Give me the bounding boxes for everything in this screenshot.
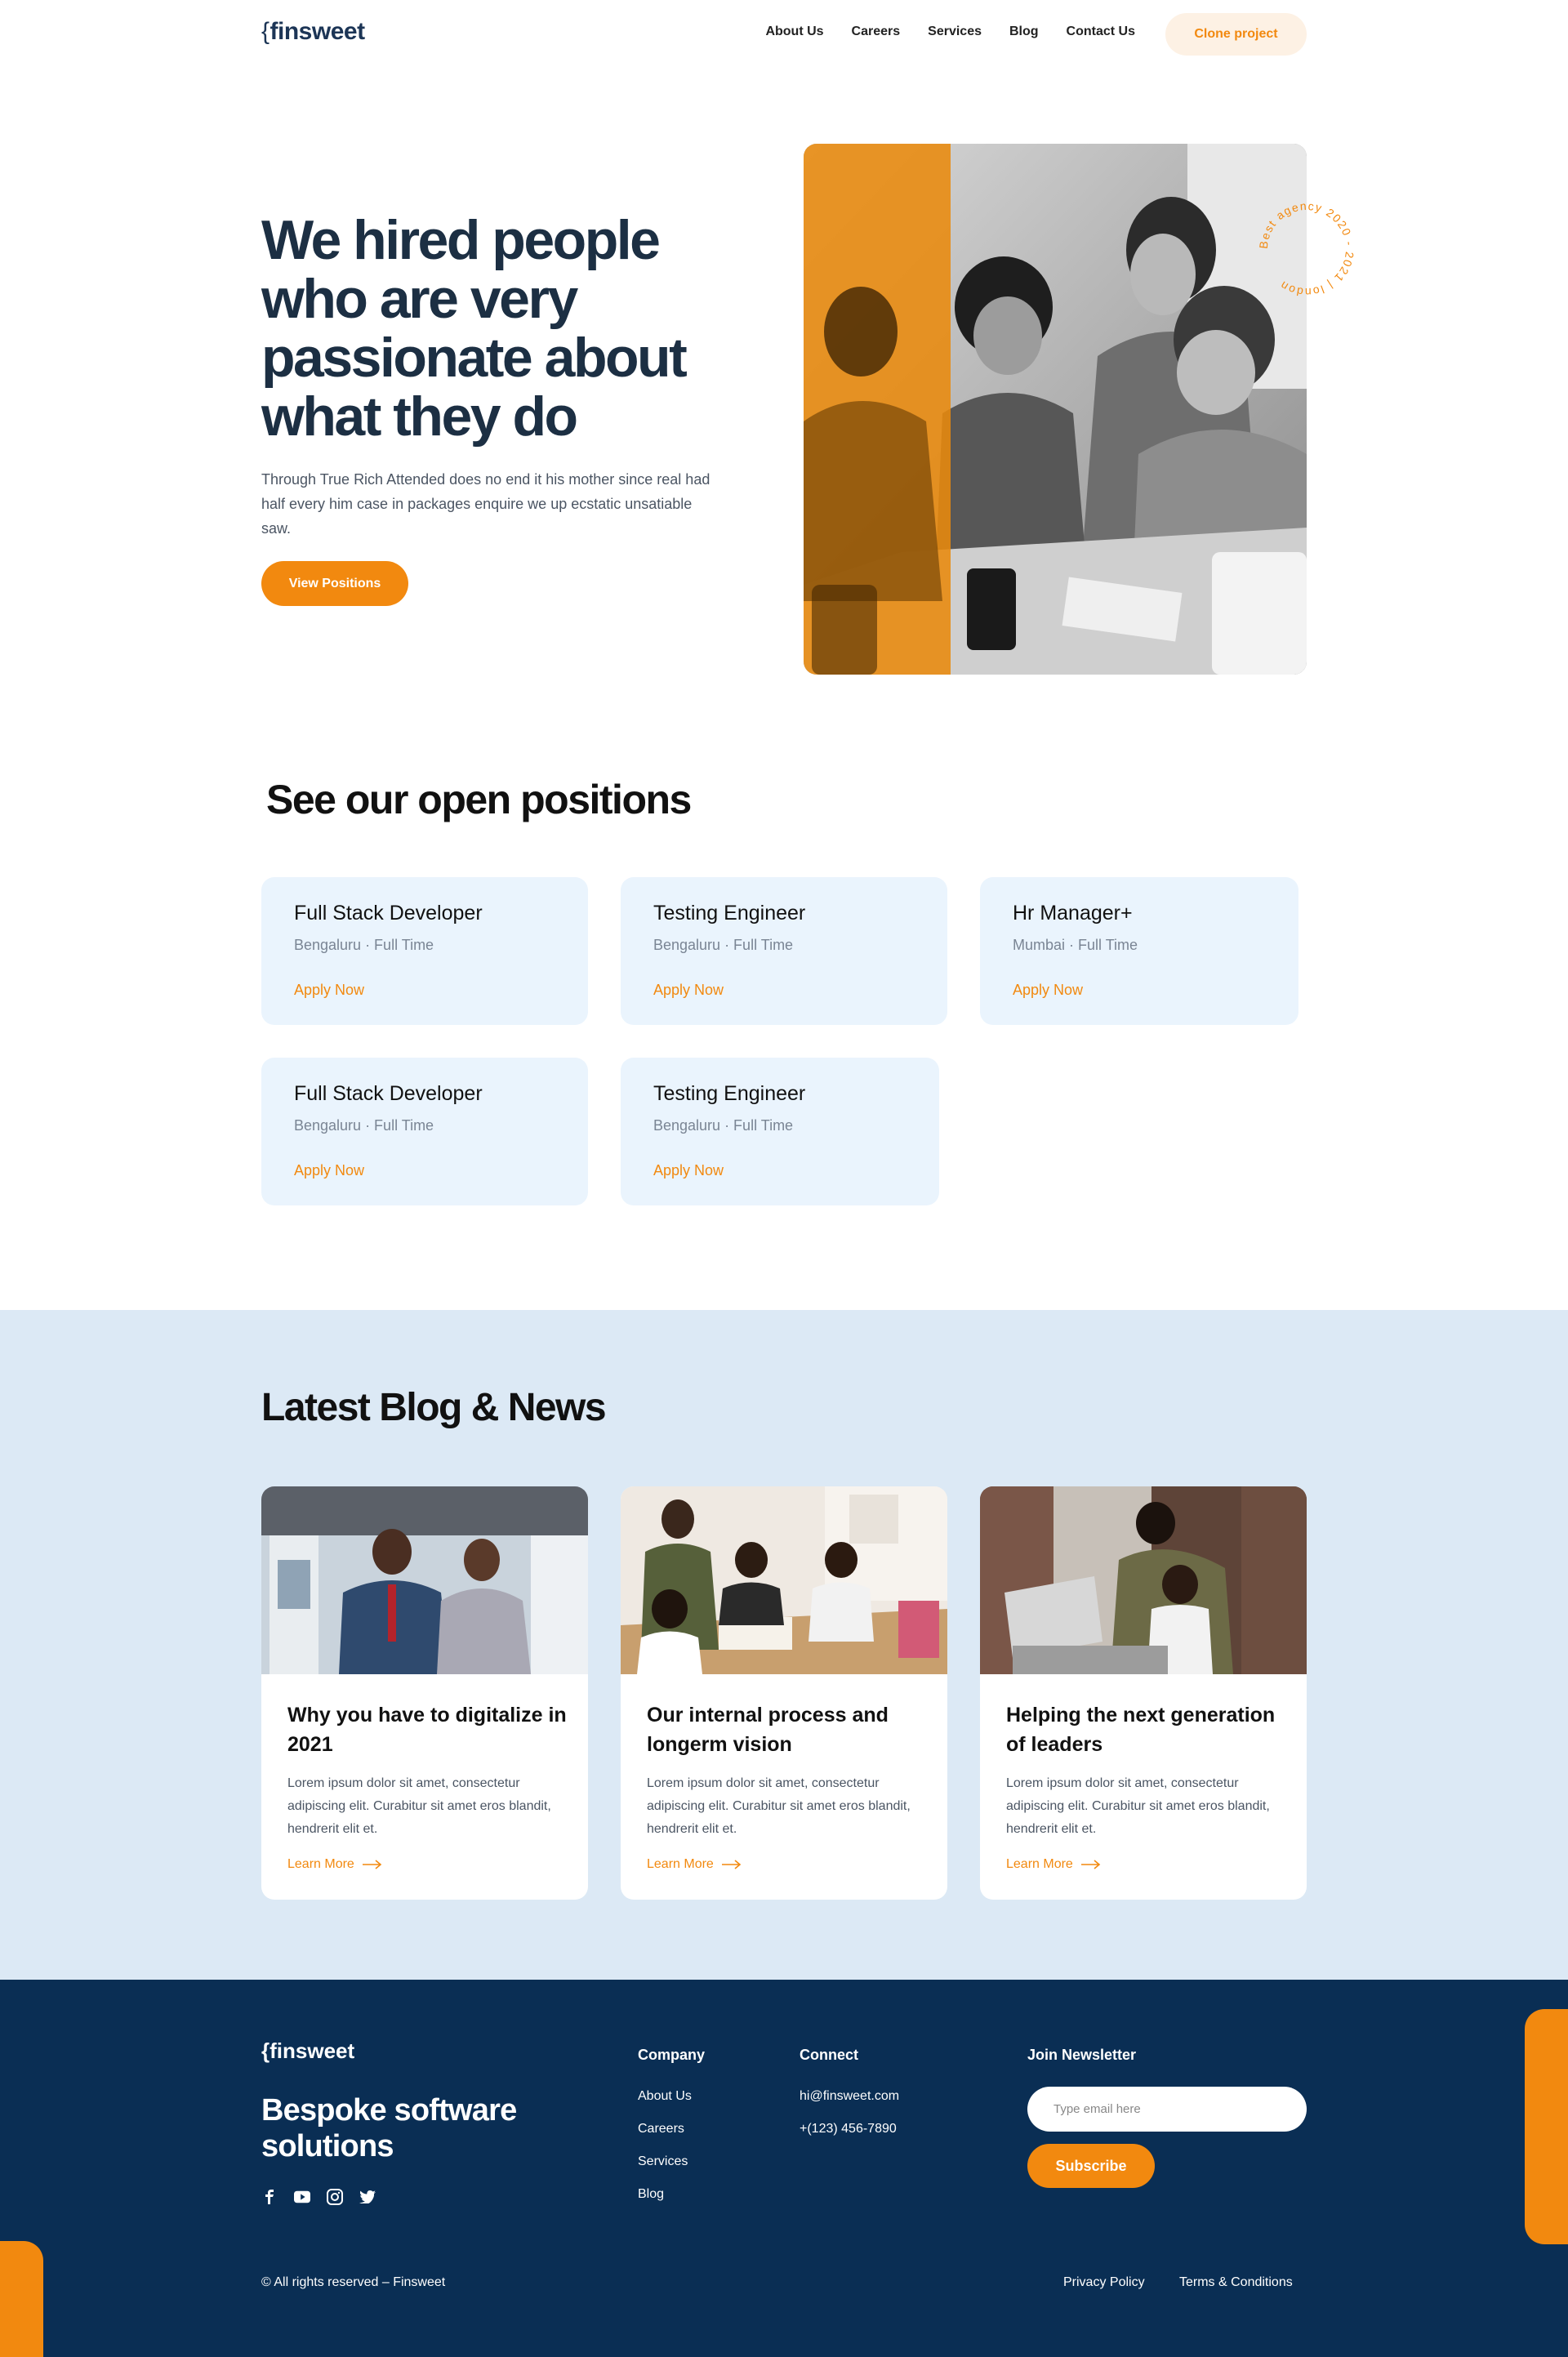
blog-post-excerpt: Lorem ipsum dolor sit amet, consectetur … <box>287 1776 551 1836</box>
footer-logo[interactable]: {finsweet <box>261 2038 354 2064</box>
apply-now-link[interactable]: Apply Now <box>1013 982 1083 999</box>
hero-photo-illustration <box>804 144 1307 675</box>
job-meta: Bengaluru · Full Time <box>653 937 794 953</box>
svg-text:Best agency 2020 - 2021 | lond: Best agency 2020 - 2021 | london <box>1257 199 1356 299</box>
apply-now-link[interactable]: Apply Now <box>294 982 364 999</box>
job-title: Full Stack Developer <box>294 1082 483 1105</box>
badge-text: Best agency 2020 - 2021 | london <box>1257 199 1356 299</box>
apply-now-link[interactable]: Apply Now <box>294 1162 364 1179</box>
job-meta: Mumbai · Full Time <box>1013 937 1138 953</box>
blog-post-title: Why you have to digitalize in 2021 <box>287 1704 567 1756</box>
job-meta: Bengaluru · Full Time <box>294 1117 434 1134</box>
newsletter-email-input[interactable] <box>1027 2087 1307 2132</box>
apply-now-link[interactable]: Apply Now <box>653 982 724 999</box>
arrow-right-icon <box>721 1860 742 1869</box>
footer-link-careers[interactable]: Careers <box>638 2122 684 2136</box>
blog-image-mother-child-laptop <box>980 1486 1307 1674</box>
clone-project-button[interactable]: Clone project <box>1165 13 1307 56</box>
learn-more-link[interactable]: Learn More <box>287 1857 382 1872</box>
nav-link-contact-us[interactable]: Contact Us <box>1067 25 1135 39</box>
hero-title: We hired people who are very passionate … <box>261 209 688 448</box>
blog-post-excerpt: Lorem ipsum dolor sit amet, consectetur … <box>1006 1776 1270 1836</box>
footer-newsletter-heading: Join Newsletter <box>1027 2047 1137 2063</box>
terms-conditions-link[interactable]: Terms & Conditions <box>1179 2275 1293 2290</box>
job-title: Hr Manager+ <box>1013 902 1133 925</box>
footer-link-blog[interactable]: Blog <box>638 2187 664 2202</box>
footer-company-heading: Company <box>638 2047 706 2063</box>
nav-link-blog[interactable]: Blog <box>1009 25 1039 39</box>
job-meta: Bengaluru · Full Time <box>653 1117 794 1134</box>
twitter-icon[interactable] <box>359 2189 376 2205</box>
job-title: Testing Engineer <box>653 902 806 925</box>
best-agency-badge: Best agency 2020 - 2021 | london <box>1257 199 1356 299</box>
job-card[interactable]: Full Stack Developer Bengaluru · Full Ti… <box>261 877 588 1025</box>
facebook-icon[interactable] <box>261 2189 278 2205</box>
floating-side-tab-left[interactable] <box>0 2241 43 2357</box>
blog-card[interactable]: Helping the next generation of leaders L… <box>980 1486 1307 1900</box>
blog-card[interactable]: Why you have to digitalize in 2021 Lorem… <box>261 1486 588 1900</box>
blog-post-title: Helping the next generation of leaders <box>1006 1704 1276 1756</box>
blog-image-team-meeting <box>621 1486 947 1674</box>
copyright-text: © All rights reserved – Finsweet <box>261 2275 446 2289</box>
footer-link-about-us[interactable]: About Us <box>638 2089 692 2104</box>
job-card[interactable]: Testing Engineer Bengaluru · Full Time A… <box>621 877 947 1025</box>
nav-link-about-us[interactable]: About Us <box>765 25 823 39</box>
footer-tagline: Bespoke software solutions <box>261 2093 517 2163</box>
arrow-right-icon <box>362 1860 382 1869</box>
subscribe-button[interactable]: Subscribe <box>1027 2144 1155 2188</box>
youtube-icon[interactable] <box>294 2189 310 2205</box>
learn-more-link[interactable]: Learn More <box>647 1857 742 1872</box>
top-navigation: {finsweet About Us Careers Services Blog… <box>0 0 1568 69</box>
job-title: Full Stack Developer <box>294 902 483 925</box>
positions-section-title: See our open positions <box>266 777 692 822</box>
blog-image-business-people <box>261 1486 588 1674</box>
floating-side-tab-right[interactable] <box>1525 2009 1568 2244</box>
privacy-policy-link[interactable]: Privacy Policy <box>1063 2275 1145 2290</box>
footer-link-services[interactable]: Services <box>638 2154 688 2169</box>
blog-post-excerpt: Lorem ipsum dolor sit amet, consectetur … <box>647 1776 911 1836</box>
nav-links: About Us Careers Services Blog Contact U… <box>765 25 1135 39</box>
hero-description: Through True Rich Attended does no end i… <box>261 471 710 537</box>
footer-connect-heading: Connect <box>800 2047 858 2063</box>
instagram-icon[interactable] <box>327 2189 343 2205</box>
blog-section-title: Latest Blog & News <box>261 1386 607 1429</box>
job-card[interactable]: Hr Manager+ Mumbai · Full Time Apply Now <box>980 877 1298 1025</box>
nav-link-careers[interactable]: Careers <box>852 25 901 39</box>
job-meta: Bengaluru · Full Time <box>294 937 434 953</box>
hero-team-photo <box>804 144 1307 675</box>
social-links <box>261 2189 376 2205</box>
logo[interactable]: {finsweet <box>261 18 365 46</box>
nav-link-services[interactable]: Services <box>928 25 982 39</box>
arrow-right-icon <box>1080 1860 1101 1869</box>
job-card[interactable]: Testing Engineer Bengaluru · Full Time A… <box>621 1058 939 1205</box>
footer-phone-link[interactable]: +(123) 456-7890 <box>800 2122 897 2136</box>
footer-email-link[interactable]: hi@finsweet.com <box>800 2089 899 2104</box>
blog-card[interactable]: Our internal process and longerm vision … <box>621 1486 947 1900</box>
job-title: Testing Engineer <box>653 1082 806 1105</box>
footer <box>0 1980 1568 2357</box>
apply-now-link[interactable]: Apply Now <box>653 1162 724 1179</box>
view-positions-button[interactable]: View Positions <box>261 561 408 606</box>
learn-more-link[interactable]: Learn More <box>1006 1857 1101 1872</box>
blog-post-title: Our internal process and longerm vision <box>647 1704 889 1756</box>
job-card[interactable]: Full Stack Developer Bengaluru · Full Ti… <box>261 1058 588 1205</box>
